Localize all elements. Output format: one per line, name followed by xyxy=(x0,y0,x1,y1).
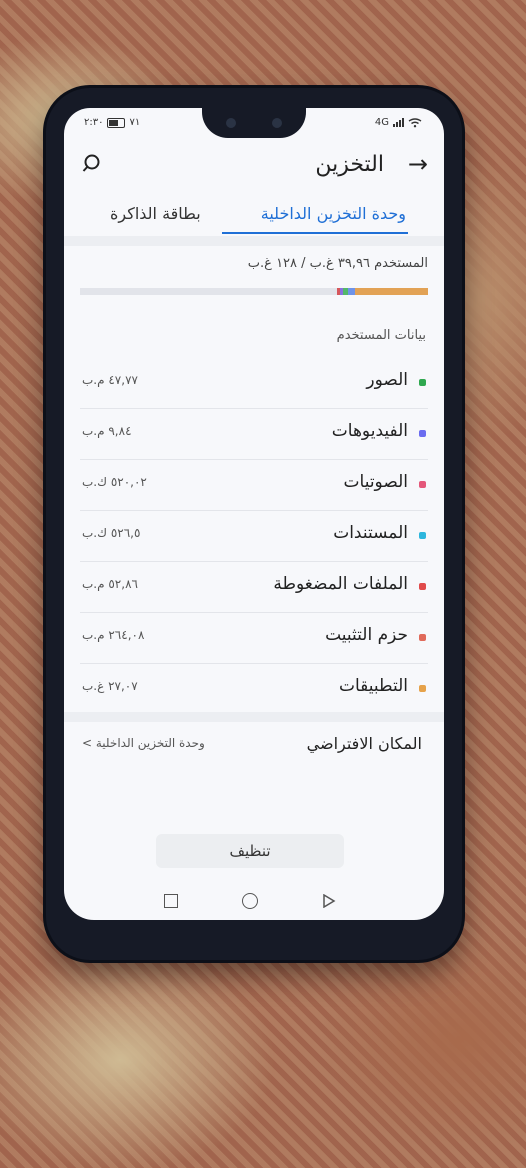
category-row-photos[interactable]: الصور ٤٧,٧٧ م.ب xyxy=(80,358,428,409)
signal-icon xyxy=(393,118,404,127)
category-size: ٥٢٠,٠٢ ك.ب xyxy=(82,475,147,489)
clean-button[interactable]: تنظيف xyxy=(156,834,344,868)
category-list: الصور ٤٧,٧٧ م.ب الفيديوهات ٩,٨٤ م.ب الصو… xyxy=(80,358,428,714)
active-tab-indicator xyxy=(222,232,408,234)
arrow-right-icon[interactable]: → xyxy=(408,150,428,178)
tab-bar: وحدة التخزين الداخلية بطاقة الذاكرة xyxy=(64,198,444,234)
camera-notch xyxy=(202,108,306,138)
usage-segment-images xyxy=(343,288,348,295)
category-row-audio[interactable]: الصوتيات ٥٢٠,٠٢ ك.ب xyxy=(80,460,428,511)
category-row-install-packages[interactable]: حزم التثبيت ٢٦٤,٠٨ م.ب xyxy=(80,613,428,664)
videos-color-dot xyxy=(419,430,426,437)
storage-used-text: المستخدم ٣٩,٩٦ غ.ب / ١٢٨ غ.ب xyxy=(247,256,428,271)
category-row-documents[interactable]: المستندات ٥٢٦,٥ ك.ب xyxy=(80,511,428,562)
category-label: الصور xyxy=(366,370,408,390)
documents-color-dot xyxy=(419,532,426,539)
category-label: الصوتيات xyxy=(343,472,408,492)
category-row-apps[interactable]: التطبيقات ٢٧,٠٧ غ.ب xyxy=(80,664,428,714)
category-label: الملفات المضغوطة xyxy=(273,574,408,594)
default-location-row[interactable]: المكان الافتراضي وحدة التخزين الداخلية > xyxy=(64,722,444,772)
category-size: ٥٢,٨٦ م.ب xyxy=(82,577,138,591)
tab-memory-card[interactable]: بطاقة الذاكرة xyxy=(110,204,201,223)
category-label: حزم التثبيت xyxy=(325,625,408,645)
sensor-icon xyxy=(272,118,282,128)
photos-color-dot xyxy=(419,379,426,386)
category-size: ٤٧,٧٧ م.ب xyxy=(82,373,138,387)
section-divider xyxy=(64,712,444,722)
category-row-videos[interactable]: الفيديوهات ٩,٨٤ م.ب xyxy=(80,409,428,460)
usage-segment-apps xyxy=(355,288,428,295)
storage-usage-bar xyxy=(80,288,428,295)
battery-icon xyxy=(107,117,126,128)
section-divider xyxy=(64,236,444,246)
apps-color-dot xyxy=(419,685,426,692)
category-size: ٢٦٤,٠٨ م.ب xyxy=(82,628,145,642)
category-label: المستندات xyxy=(333,523,408,543)
screen: ٢:٣٠ ٧١ 4G → التخزين وحدة التخزين الداخل… xyxy=(64,108,444,920)
front-camera-icon xyxy=(226,118,236,128)
category-size: ٩,٨٤ م.ب xyxy=(82,424,132,438)
user-data-label: بيانات المستخدم xyxy=(336,328,426,343)
search-icon[interactable] xyxy=(82,152,104,174)
battery-percent: ٧١ xyxy=(129,117,141,128)
usage-segment-photos xyxy=(348,288,355,295)
audio-color-dot xyxy=(419,481,426,488)
usage-segment-other xyxy=(337,288,340,295)
square-icon[interactable] xyxy=(164,894,178,908)
default-location-title: المكان الافتراضي xyxy=(306,734,422,753)
category-label: التطبيقات xyxy=(338,676,408,696)
clock: ٢:٣٠ xyxy=(84,117,104,128)
network-type: 4G xyxy=(374,117,389,128)
navigation-bar xyxy=(64,890,444,914)
archives-color-dot xyxy=(419,583,426,590)
category-size: ٢٧,٠٧ غ.ب xyxy=(82,679,138,693)
page-title: التخزين xyxy=(315,152,384,177)
category-row-archives[interactable]: الملفات المضغوطة ٥٢,٨٦ م.ب xyxy=(80,562,428,613)
category-label: الفيديوهات xyxy=(331,421,408,441)
usage-segment-videos xyxy=(340,288,343,295)
circle-icon[interactable] xyxy=(242,893,258,909)
tab-internal-storage[interactable]: وحدة التخزين الداخلية xyxy=(261,204,406,223)
app-bar: → التخزين xyxy=(64,146,444,186)
category-size: ٥٢٦,٥ ك.ب xyxy=(82,526,141,540)
triangle-back-icon[interactable] xyxy=(322,894,336,908)
wifi-icon xyxy=(408,117,422,127)
packages-color-dot xyxy=(419,634,426,641)
default-location-value: وحدة التخزين الداخلية > xyxy=(82,736,205,750)
